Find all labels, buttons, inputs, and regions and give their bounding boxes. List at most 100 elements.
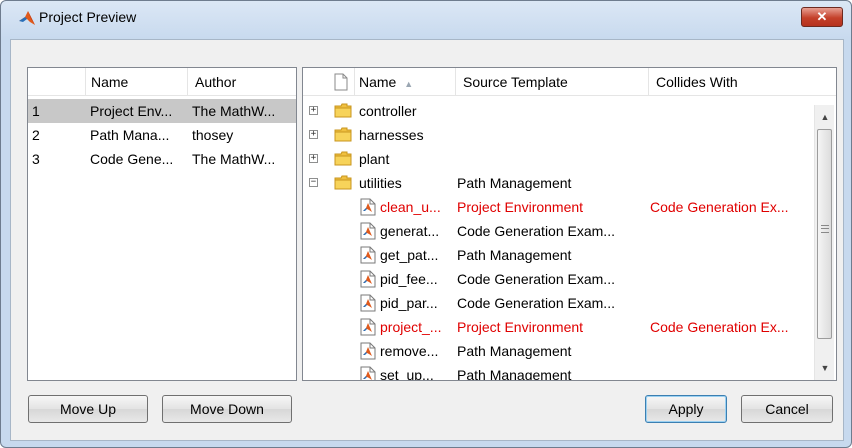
folder-row[interactable]: + controller	[303, 99, 836, 123]
file-name: set_up...	[380, 367, 434, 381]
file-row[interactable]: pid_par... Code Generation Exam...	[303, 291, 836, 315]
project-preview-window: Project Preview ✕ Name Author 1 Project E…	[0, 0, 852, 448]
source-template: Code Generation Exam...	[457, 223, 615, 239]
source-template: Path Management	[457, 343, 572, 359]
source-template	[457, 123, 645, 147]
templates-table[interactable]: Name Author 1 Project Env... The MathW... 2…	[27, 67, 297, 381]
file-row[interactable]: get_pat... Path Management	[303, 243, 836, 267]
matlab-file-icon	[360, 342, 376, 360]
expand-icon[interactable]: +	[309, 106, 318, 115]
matlab-file-icon	[360, 318, 376, 336]
collides-with	[650, 267, 810, 291]
template-name: Path Mana...	[90, 127, 170, 143]
template-author: The MathW...	[192, 151, 276, 167]
source-template: Path Management	[457, 367, 572, 381]
template-order-index: 1	[32, 103, 40, 119]
file-row[interactable]: pid_fee... Code Generation Exam...	[303, 267, 836, 291]
scrollbar-grip-icon	[821, 225, 829, 233]
scroll-down-arrow[interactable]: ▼	[815, 358, 835, 378]
template-name: Project Env...	[90, 103, 173, 119]
file-row[interactable]: project_... Project Environment Code Gener…	[303, 315, 836, 339]
folder-row[interactable]: − utilities Path Management	[303, 171, 836, 195]
matlab-logo-icon	[19, 11, 35, 25]
collides-with: Code Generation Ex...	[650, 199, 789, 215]
sort-ascending-icon: ▲	[404, 79, 414, 89]
collides-with	[650, 339, 810, 363]
file-name: pid_fee...	[380, 271, 438, 287]
file-icon	[334, 73, 348, 91]
column-header-name[interactable]: Name	[86, 68, 188, 96]
folder-name: utilities	[359, 175, 402, 191]
collides-with	[650, 219, 810, 243]
apply-button[interactable]: Apply	[645, 395, 727, 423]
file-preview-table[interactable]: Name ▲ Source Template Collides With + co…	[302, 67, 837, 381]
collides-with	[650, 171, 810, 195]
template-row[interactable]: 3 Code Gene... The MathW...	[28, 147, 296, 171]
collides-with	[650, 147, 810, 171]
collides-with	[650, 99, 810, 123]
source-template	[457, 99, 645, 123]
move-up-button[interactable]: Move Up	[28, 395, 148, 423]
file-preview-table-header: Name ▲ Source Template Collides With	[303, 68, 836, 96]
column-header-index[interactable]	[28, 68, 86, 96]
collides-with	[650, 123, 810, 147]
file-name: get_pat...	[380, 247, 439, 263]
move-down-button[interactable]: Move Down	[162, 395, 292, 423]
file-name: pid_par...	[380, 295, 438, 311]
cancel-button[interactable]: Cancel	[741, 395, 833, 423]
folder-name: plant	[359, 151, 390, 167]
source-template: Project Environment	[457, 199, 584, 215]
column-header-name[interactable]: Name ▲	[355, 68, 456, 96]
collides-with	[650, 291, 810, 315]
folder-name: harnesses	[359, 127, 424, 143]
matlab-file-icon	[360, 222, 376, 240]
template-author: The MathW...	[192, 103, 276, 119]
folder-row[interactable]: + plant	[303, 147, 836, 171]
template-name: Code Gene...	[90, 151, 174, 167]
column-header-icon[interactable]	[303, 68, 355, 96]
matlab-file-icon	[360, 270, 376, 288]
matlab-file-icon	[360, 366, 376, 380]
matlab-file-icon	[360, 246, 376, 264]
window-title: Project Preview	[39, 9, 137, 25]
column-header-collides-with[interactable]: Collides With	[649, 68, 836, 96]
source-template: Project Environment	[457, 319, 584, 335]
template-order-index: 3	[32, 151, 40, 167]
source-template: Code Generation Exam...	[457, 271, 615, 287]
vertical-scrollbar[interactable]: ▲ ▼	[814, 105, 834, 380]
source-template: Path Management	[457, 175, 572, 191]
templates-table-header: Name Author	[28, 68, 296, 96]
file-name: project_...	[380, 319, 442, 335]
scrollbar-thumb[interactable]	[817, 129, 832, 339]
matlab-file-icon	[360, 198, 376, 216]
folder-icon	[334, 151, 352, 166]
collides-with	[650, 243, 810, 267]
collides-with: Code Generation Ex...	[650, 319, 789, 335]
template-author: thosey	[192, 127, 234, 143]
source-template	[457, 147, 645, 171]
folder-icon	[334, 103, 352, 118]
file-row[interactable]: clean_u... Project Environment Code Genera…	[303, 195, 836, 219]
title-bar[interactable]: Project Preview ✕	[1, 1, 851, 31]
collides-with	[650, 363, 810, 380]
file-name: remove...	[380, 343, 439, 359]
template-row[interactable]: 2 Path Mana... thosey	[28, 123, 296, 147]
scroll-up-arrow[interactable]: ▲	[815, 107, 835, 127]
close-button[interactable]: ✕	[801, 7, 843, 27]
template-row[interactable]: 1 Project Env... The MathW...	[28, 99, 296, 123]
column-header-source-template[interactable]: Source Template	[456, 68, 649, 96]
folder-row[interactable]: + harnesses	[303, 123, 836, 147]
file-row[interactable]: set_up... Path Management	[303, 363, 836, 381]
file-name: clean_u...	[380, 199, 441, 215]
name-header-label: Name	[359, 74, 397, 90]
file-row[interactable]: remove... Path Management	[303, 339, 836, 363]
expand-icon[interactable]: +	[309, 130, 318, 139]
file-name: generat...	[380, 223, 440, 239]
file-row[interactable]: generat... Code Generation Exam...	[303, 219, 836, 243]
column-header-author[interactable]: Author	[188, 68, 296, 96]
matlab-file-icon	[360, 294, 376, 312]
expand-icon[interactable]: +	[309, 154, 318, 163]
folder-name: controller	[359, 103, 417, 119]
template-order-index: 2	[32, 127, 40, 143]
collapse-icon[interactable]: −	[309, 178, 318, 187]
